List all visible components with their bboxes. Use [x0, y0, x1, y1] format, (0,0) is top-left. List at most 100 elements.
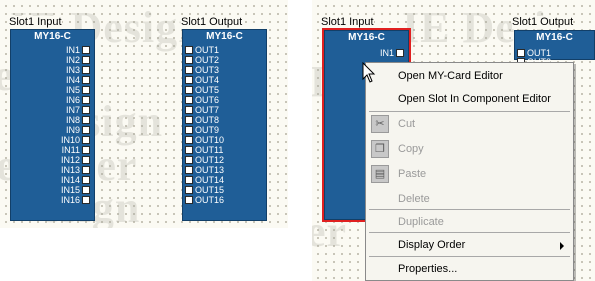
port-connector[interactable]: [185, 56, 193, 64]
menu-item-label: Copy: [398, 143, 424, 155]
submenu-arrow-icon: [560, 242, 564, 250]
my16c-input-component[interactable]: MY16-C IN1 IN2 IN3 IN4 IN5 IN6 IN7 IN8 IN9 IN10 IN…: [10, 29, 95, 221]
menu-item-label: Open Slot In Component Editor: [398, 93, 551, 105]
menu-item-copy[interactable]: ❐ Copy: [367, 137, 572, 161]
port-connector[interactable]: [82, 56, 90, 64]
port-label-out: OUT8: [195, 115, 220, 125]
port-label-out: OUT5: [195, 85, 220, 95]
menu-item-open-slot-component-editor[interactable]: Open Slot In Component Editor: [367, 87, 572, 111]
slot-output-title: Slot1 Output: [512, 16, 574, 29]
port-connector[interactable]: [82, 126, 90, 134]
port-label-out: OUT4: [195, 75, 220, 85]
port-label-in: IN14: [60, 175, 80, 185]
menu-item-delete[interactable]: Delete: [367, 187, 572, 211]
port-label-in: IN9: [65, 125, 80, 135]
port-connector[interactable]: [82, 196, 90, 204]
port-connector[interactable]: [82, 96, 90, 104]
port-label-out: OUT11: [195, 145, 224, 155]
port-label-out: OUT9: [195, 125, 220, 135]
menu-item-display-order[interactable]: Display Order: [367, 233, 572, 257]
paste-icon: ▤: [371, 165, 389, 183]
port-connector[interactable]: [185, 126, 193, 134]
port-connector[interactable]: [82, 76, 90, 84]
menu-item-duplicate[interactable]: Duplicate: [367, 210, 572, 234]
port-connector[interactable]: [396, 49, 404, 57]
port-label-in: IN11: [61, 145, 80, 155]
menu-item-label: Delete: [398, 193, 430, 205]
port-connector[interactable]: [82, 66, 90, 74]
copy-icon: ❐: [371, 140, 389, 158]
port-label-out: OUT16: [195, 195, 225, 205]
port-connector[interactable]: [185, 96, 193, 104]
port-connector[interactable]: [185, 116, 193, 124]
menu-item-open-mycard-editor[interactable]: Open MY-Card Editor: [367, 64, 572, 88]
port-label-out: OUT6: [195, 95, 220, 105]
mouse-pointer-icon: [362, 62, 376, 83]
port-connector[interactable]: [82, 146, 90, 154]
menu-item-label: Paste: [398, 168, 427, 180]
port-label-in: IN10: [60, 135, 80, 145]
port-connector[interactable]: [185, 46, 193, 54]
port-connector[interactable]: [517, 49, 525, 57]
component-name: MY16-C: [206, 31, 243, 42]
port-label-in: IN2: [65, 55, 80, 65]
port-label-in: IN5: [65, 85, 80, 95]
menu-item-label: Display Order: [398, 239, 466, 251]
menu-item-cut[interactable]: ✂ Cut: [367, 112, 572, 136]
port-label-in: IN15: [60, 185, 80, 195]
port-connector[interactable]: [185, 76, 193, 84]
port-label-out: OUT15: [195, 185, 225, 195]
port-connector[interactable]: [82, 176, 90, 184]
port-label-out: OUT1: [195, 45, 220, 55]
port-label-in: IN4: [65, 75, 80, 85]
port-label-in: IN16: [60, 195, 80, 205]
port-connector[interactable]: [185, 86, 193, 94]
port-connector[interactable]: [82, 106, 90, 114]
my16c-output-component[interactable]: MY16-C OUT1 OUT2 OUT3 OUT4 OUT5 OUT6 OUT7 OUT8 O…: [182, 29, 267, 221]
port-connector[interactable]: [82, 186, 90, 194]
port-connector[interactable]: [185, 156, 193, 164]
port-label-out: OUT12: [195, 155, 225, 165]
port-connector[interactable]: [185, 196, 193, 204]
port-connector[interactable]: [185, 176, 193, 184]
port-label-in: IN8: [65, 115, 80, 125]
port-label-in1: IN1: [379, 48, 394, 58]
port-label-in: IN6: [65, 95, 80, 105]
port-connector[interactable]: [82, 46, 90, 54]
component-name: MY16-C: [536, 32, 573, 43]
my16c-output-component[interactable]: MY16-C OUT1 OUT2: [514, 30, 595, 67]
port-label-out: OUT13: [195, 165, 225, 175]
slot-input-title: Slot1 Input: [321, 16, 374, 29]
port-connector[interactable]: [82, 86, 90, 94]
port-connector[interactable]: [82, 136, 90, 144]
port-connector[interactable]: [185, 166, 193, 174]
port-connector[interactable]: [185, 136, 193, 144]
port-label-in: IN7: [65, 105, 80, 115]
port-label-in: IN13: [60, 165, 80, 175]
menu-item-label: Duplicate: [398, 216, 444, 228]
menu-item-label: Properties...: [398, 263, 458, 275]
port-label-out: OUT7: [195, 105, 220, 115]
menu-item-label: Cut: [398, 118, 416, 130]
component-name: MY16-C: [348, 32, 385, 43]
design-canvas-left[interactable]: IE Design esign Design esigner esign Slo…: [0, 0, 288, 228]
port-connector[interactable]: [185, 186, 193, 194]
port-label-out: OUT10: [195, 135, 225, 145]
context-menu: Open MY-Card Editor Open Slot In Compone…: [365, 62, 574, 281]
port-label-in: IN1: [65, 45, 80, 55]
port-label-out: OUT2: [195, 55, 220, 65]
menu-item-properties[interactable]: Properties...: [367, 257, 572, 281]
port-connector[interactable]: [185, 66, 193, 74]
port-label-out: OUT14: [195, 175, 225, 185]
port-connector[interactable]: [185, 106, 193, 114]
port-label-in: IN3: [65, 65, 80, 75]
port-connector[interactable]: [82, 156, 90, 164]
port-connector[interactable]: [82, 116, 90, 124]
scissors-icon: ✂: [371, 115, 389, 133]
port-connector[interactable]: [185, 146, 193, 154]
menu-item-paste[interactable]: ▤ Paste: [367, 162, 572, 186]
menu-item-label: Open MY-Card Editor: [398, 70, 503, 82]
port-label-in: IN12: [60, 155, 80, 165]
slot-output-title: Slot1 Output: [181, 16, 243, 29]
port-connector[interactable]: [82, 166, 90, 174]
